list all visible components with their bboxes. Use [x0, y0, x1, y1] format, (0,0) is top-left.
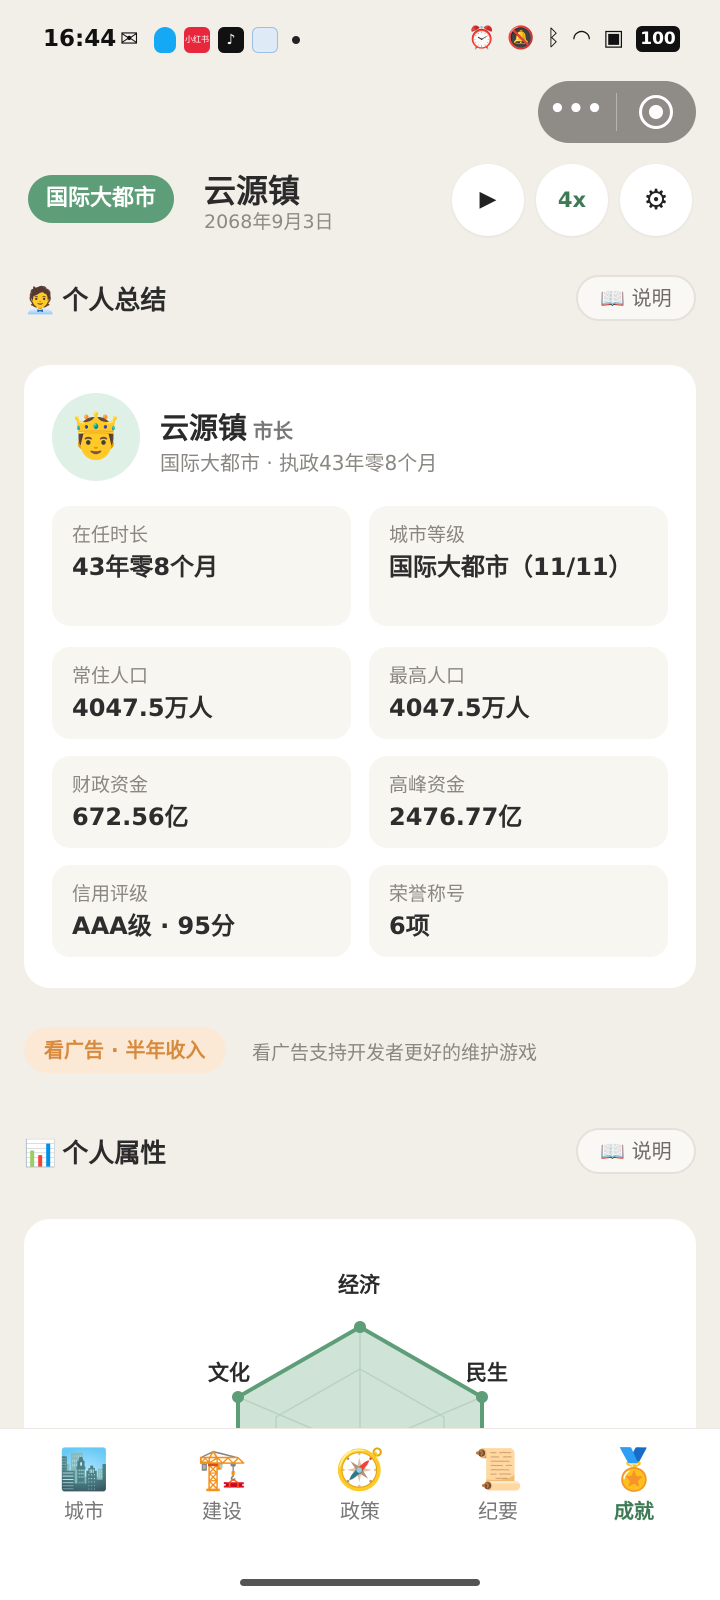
nav-item-records[interactable]: 📜 纪要: [448, 1447, 548, 1524]
qq-icon: [154, 27, 176, 53]
stat-city-level: 城市等级 国际大都市（11/11）: [369, 506, 668, 626]
stat-value: 4047.5万人: [72, 694, 213, 722]
construction-crane-icon: 🏗️: [197, 1447, 247, 1493]
stat-value: 4047.5万人: [389, 694, 530, 722]
stat-funds: 财政资金 672.56亿: [52, 756, 351, 848]
mayor-avatar: 🤴: [52, 393, 140, 481]
summary-title-text: 个人总结: [62, 286, 167, 316]
nav-item-policy[interactable]: 🧭 政策: [310, 1447, 410, 1524]
scroll-icon: 📜: [473, 1447, 523, 1493]
stat-label: 信用评级: [72, 883, 149, 905]
stat-value: 6项: [389, 912, 430, 940]
wifi-icon: ◠: [572, 26, 592, 51]
play-button[interactable]: ▶: [452, 164, 524, 236]
bar-chart-icon: 📊: [24, 1139, 57, 1169]
watch-ad-button[interactable]: 看广告 · 半年收入: [24, 1027, 226, 1073]
douyin-icon: ♪: [218, 27, 244, 53]
radar-label-economy: 经济: [338, 1273, 380, 1297]
radar-label-livelihood: 民生: [466, 1361, 508, 1385]
ad-description: 看广告支持开发者更好的维护游戏: [252, 1042, 538, 1064]
attributes-section-title: 📊 个人属性: [24, 1133, 166, 1170]
notification-icons: ✉ 小红书 ♪: [120, 27, 300, 53]
mayor-subtitle: 国际大都市 · 执政43年零8个月: [160, 451, 438, 475]
mute-bell-icon: 🔕: [507, 26, 535, 51]
stat-tenure: 在任时长 43年零8个月: [52, 506, 351, 626]
city-level-badge: 国际大都市: [28, 175, 175, 223]
mayor-name-text: 云源镇: [160, 411, 248, 445]
nav-label: 纪要: [478, 1499, 518, 1523]
nav-item-achievements[interactable]: 🏅 成就: [584, 1447, 684, 1524]
nav-label: 政策: [340, 1499, 380, 1523]
summary-help-button[interactable]: 📖 说明: [576, 275, 696, 321]
play-icon: ▶: [479, 187, 497, 212]
stat-value: AAA级 · 95分: [72, 912, 235, 940]
battery-icon: 100: [636, 26, 680, 52]
medal-icon: 🏅: [609, 1447, 659, 1493]
radar-point-livelihood: [476, 1391, 488, 1403]
city-name: 云源镇: [204, 172, 301, 210]
bilibili-icon: [252, 27, 278, 53]
stat-value: 43年零8个月: [72, 553, 219, 581]
stat-label: 荣誉称号: [389, 883, 466, 905]
xiaohongshu-icon: 小红书: [184, 27, 210, 53]
close-miniprogram-icon[interactable]: [639, 95, 673, 129]
summary-card: 🤴 云源镇 市长 国际大都市 · 执政43年零8个月 在任时长 43年零8个月 城…: [24, 365, 696, 988]
stat-label: 高峰资金: [389, 774, 466, 796]
no-sim-icon: ▣: [603, 26, 624, 51]
stat-label: 常住人口: [72, 665, 149, 687]
nav-label: 城市: [64, 1499, 104, 1523]
wechat-icon: ✉: [120, 27, 139, 52]
nav-label: 成就: [614, 1499, 654, 1523]
attributes-help-button[interactable]: 📖 说明: [576, 1128, 696, 1174]
stat-label: 财政资金: [72, 774, 149, 796]
radar-point-economy: [354, 1321, 366, 1333]
system-icons: ⏰ 🔕 ᛒ ◠ ▣ 100: [468, 24, 680, 54]
app-screen: 16:44 ✉ 小红书 ♪ ⏰ 🔕 ᛒ ◠ ▣ 100 ••• 国际大都市 云源…: [0, 0, 720, 1600]
more-options-icon[interactable]: •••: [538, 81, 616, 143]
home-indicator[interactable]: [240, 1579, 480, 1586]
bottom-nav: 🏙️ 城市 🏗️ 建设 🧭 政策 📜 纪要 🏅 成就: [0, 1428, 720, 1600]
cityscape-icon: 🏙️: [59, 1447, 109, 1493]
nav-item-city[interactable]: 🏙️ 城市: [34, 1447, 134, 1524]
attributes-title-text: 个人属性: [62, 1139, 167, 1169]
summary-section-title: 🧑‍💼 个人总结: [24, 280, 166, 317]
stat-label: 在任时长: [72, 524, 149, 546]
capsule-divider: [616, 93, 617, 131]
status-time: 16:44: [43, 26, 117, 52]
stat-value: 国际大都市（11/11）: [389, 553, 633, 581]
compass-icon: 🧭: [335, 1447, 385, 1493]
speed-button[interactable]: 4x: [536, 164, 608, 236]
settings-button[interactable]: ⚙: [620, 164, 692, 236]
gear-icon: ⚙: [643, 183, 669, 216]
radar-point-culture: [232, 1391, 244, 1403]
stat-peak-funds: 高峰资金 2476.77亿: [369, 756, 668, 848]
stat-peak-population: 最高人口 4047.5万人: [369, 647, 668, 739]
status-bar: 16:44 ✉ 小红书 ♪ ⏰ 🔕 ᛒ ◠ ▣ 100: [0, 0, 720, 80]
radar-label-culture: 文化: [208, 1361, 250, 1385]
nav-label: 建设: [202, 1499, 242, 1523]
stat-label: 城市等级: [389, 524, 466, 546]
stat-value: 672.56亿: [72, 803, 189, 831]
more-notifications-dot-icon: [292, 36, 300, 44]
stat-honors: 荣誉称号 6项: [369, 865, 668, 957]
game-date: 2068年9月3日: [204, 211, 334, 233]
alarm-icon: ⏰: [467, 26, 496, 51]
stat-label: 最高人口: [389, 665, 466, 687]
mayor-title: 市长: [253, 419, 294, 443]
nav-item-build[interactable]: 🏗️ 建设: [172, 1447, 272, 1524]
mayor-name: 云源镇 市长: [160, 405, 293, 447]
stat-value: 2476.77亿: [389, 803, 523, 831]
stat-credit-rating: 信用评级 AAA级 · 95分: [52, 865, 351, 957]
office-worker-icon: 🧑‍💼: [24, 286, 57, 316]
bluetooth-icon: ᛒ: [546, 26, 560, 51]
stat-population: 常住人口 4047.5万人: [52, 647, 351, 739]
miniprogram-capsule: •••: [538, 81, 696, 143]
